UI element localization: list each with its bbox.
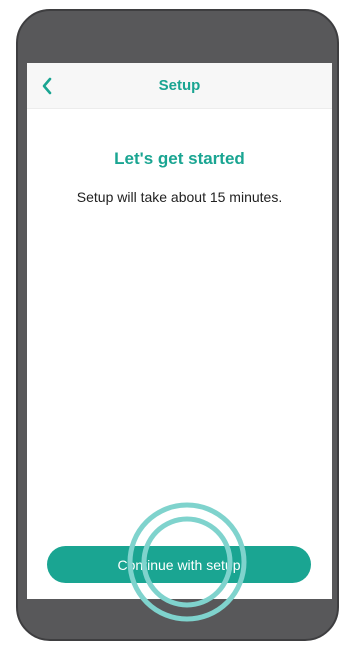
- setup-duration-text: Setup will take about 15 minutes.: [76, 189, 283, 205]
- page-title: Setup: [158, 77, 201, 94]
- chevron-left-icon: [42, 77, 52, 95]
- navigation-bar: Setup: [27, 63, 332, 109]
- welcome-heading: Let's get started: [114, 149, 245, 168]
- continue-with-setup-button[interactable]: Continue with setup: [47, 546, 311, 583]
- app-screen: Setup Let's get started Setup will take …: [27, 63, 332, 599]
- stage: Setup Let's get started Setup will take …: [0, 0, 344, 645]
- back-button[interactable]: [27, 63, 67, 109]
- phone-frame: Setup Let's get started Setup will take …: [16, 9, 339, 641]
